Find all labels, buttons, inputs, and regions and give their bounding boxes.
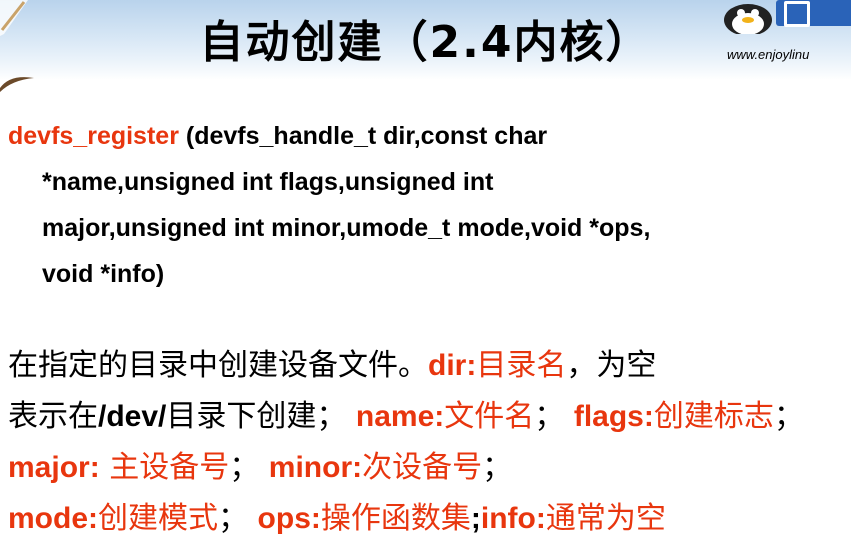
slide-header: 自动创建（2.4内核） www.enjoylinu [0, 0, 851, 80]
param-value-name: 文件名 [444, 399, 535, 434]
desc-text: ； [773, 399, 804, 434]
param-key-major: major: [8, 451, 100, 484]
signature-line2: *name,unsigned int flags,unsigned int [42, 168, 494, 196]
parameter-description: 在指定的目录中创建设备文件。dir:目录名，为空表示在/dev/目录下创建； n… [8, 340, 848, 544]
function-name: devfs_register [8, 122, 179, 150]
desc-text: 在指定的目录中创建设备文件。 [8, 348, 428, 383]
param-value-info: 通常为空 [545, 501, 666, 536]
param-key-dir: dir: [428, 349, 477, 382]
desc-text: 表示在 [8, 399, 98, 434]
param-key-info: info: [480, 502, 546, 535]
logo-badge [776, 0, 851, 27]
param-key-ops: ops: [257, 502, 321, 535]
signature-line3: major,unsigned int minor,umode_t mode,vo… [42, 214, 651, 242]
param-value-flags: 创建标志 [653, 399, 774, 434]
desc-text: ，为空 [566, 348, 657, 383]
param-key-name: name: [355, 400, 445, 433]
desc-text: ; [470, 502, 481, 535]
dev-path: /dev/ [98, 400, 167, 433]
param-key-flags: flags: [573, 400, 654, 433]
desc-text: 目录下创建； [166, 399, 347, 434]
swoosh-decoration [0, 77, 34, 92]
signature-line1: (devfs_handle_t dir,const char [178, 122, 548, 150]
desc-text: ； [218, 501, 248, 536]
param-value-ops: 操作函数集 [320, 501, 471, 536]
logo-url: www.enjoylinu [727, 47, 810, 62]
penguin-icon [724, 4, 772, 34]
desc-text: ； [534, 399, 565, 434]
signature-line4: void *info) [42, 260, 165, 288]
desc-text: ； [229, 450, 260, 485]
param-key-minor: minor: [268, 451, 363, 484]
param-value-minor: 次设备号 [362, 450, 483, 485]
param-value-major: 主设备号 [99, 450, 230, 485]
desc-text: ； [482, 450, 513, 485]
param-key-mode: mode: [8, 502, 98, 535]
site-logo: www.enjoylinu [718, 0, 851, 70]
param-value-mode: 创建模式 [98, 501, 218, 536]
function-signature: devfs_register (devfs_handle_t dir,const… [8, 113, 838, 297]
param-value-dir: 目录名 [476, 348, 567, 383]
